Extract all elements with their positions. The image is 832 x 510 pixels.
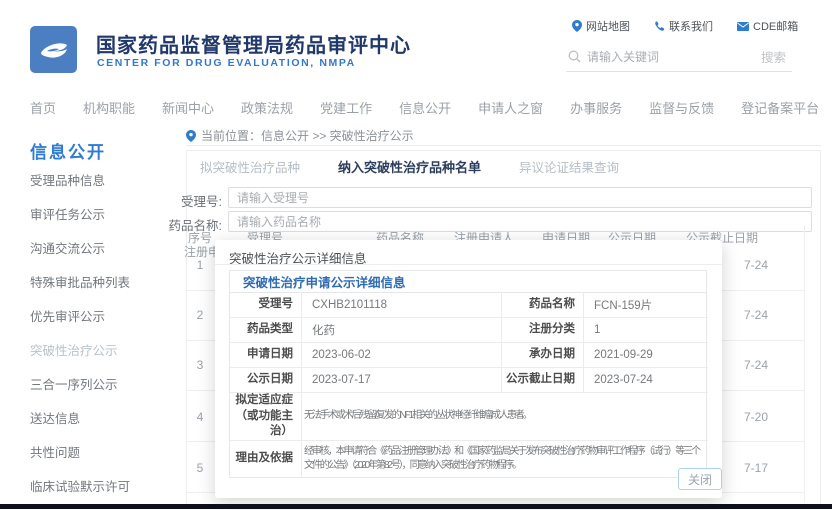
mail-icon <box>737 22 749 31</box>
table-row-cutoff-date: 7-24 <box>744 258 768 272</box>
search-input[interactable] <box>587 50 755 64</box>
nav-item-policy[interactable]: 政策法规 <box>241 98 293 117</box>
field-value-undertake-date: 2021-09-29 <box>584 343 708 368</box>
nav-item-party[interactable]: 党建工作 <box>320 98 372 117</box>
footer-bar <box>0 504 832 509</box>
site-title: 国家药品监督管理局药品审评中心 <box>96 29 411 58</box>
cde-mail-link[interactable]: CDE邮箱 <box>737 18 798 34</box>
table-row-cutoff-date: 7-20 <box>744 410 768 424</box>
field-label: 申请日期 <box>230 343 302 368</box>
tab-bar: 拟突破性治疗品种 纳入突破性治疗品种名单 异议论证结果查询 <box>200 157 619 176</box>
table-row-cutoff-date: 7-24 <box>744 358 768 372</box>
field-value-registration-class: 1 <box>584 318 708 343</box>
field-label: 注册分类 <box>502 318 584 343</box>
cde-swan-icon <box>36 34 72 66</box>
location-pin-icon <box>186 130 196 142</box>
sidebar-title: 信息公开 <box>30 138 106 163</box>
field-value-drug-type: 化药 <box>302 318 502 343</box>
field-label: 公示截止日期 <box>502 368 584 393</box>
field-label: 药品类型 <box>230 318 302 343</box>
location-pin-icon <box>572 20 582 32</box>
sidebar-item-4[interactable]: 特殊审批品种列表 <box>30 272 130 291</box>
field-label: 公示日期 <box>230 368 302 393</box>
sidebar-item-10[interactable]: 临床试验默示许可 <box>30 476 130 495</box>
sidebar-item-3[interactable]: 沟通交流公示 <box>30 238 130 257</box>
acceptance-no-label: 受理号: <box>181 191 222 210</box>
field-value-apply-date: 2023-06-02 <box>302 343 502 368</box>
sitemap-link[interactable]: 网站地图 <box>572 18 630 34</box>
tab-proposed-breakthrough[interactable]: 拟突破性治疗品种 <box>200 157 300 176</box>
breadcrumb: 当前位置：信息公开 >> 突破性治疗公示 <box>186 127 414 144</box>
header-utilities: 网站地图 联系我们 CDE邮箱 <box>572 18 798 34</box>
sidebar-item-8[interactable]: 送达信息 <box>30 408 130 427</box>
contact-link[interactable]: 联系我们 <box>654 18 713 34</box>
nav-item-supervision[interactable]: 监督与反馈 <box>649 98 714 117</box>
nav-item-news[interactable]: 新闻中心 <box>162 98 214 117</box>
sidebar-item-7[interactable]: 三合一序列公示 <box>30 374 130 393</box>
field-value-reason: 经审核，本申请符合《药品注册管理办法》和《国家药监局关于发布突破性治疗药物审评工… <box>302 441 708 477</box>
tab-included-breakthrough-list[interactable]: 纳入突破性治疗品种名单 <box>338 157 481 176</box>
sidebar-item-breakthrough-active[interactable]: 突破性治疗公示 <box>30 340 130 359</box>
table-row-index: 1 <box>197 258 204 272</box>
table-row-cutoff-date: 7-17 <box>744 461 768 475</box>
detail-section-title: 突破性治疗申请公示详细信息 <box>230 271 706 293</box>
detail-table: 受理号 CXHB2101118 药品名称 FCN-159片 药品类型 化药 注册… <box>230 293 706 477</box>
nav-item-services[interactable]: 办事服务 <box>570 98 622 117</box>
field-label-reason: 理由及依据 <box>230 441 302 477</box>
close-button[interactable]: 关闭 <box>678 468 722 490</box>
modal-title-divider <box>215 264 722 265</box>
search-icon <box>568 50 581 63</box>
field-value-indication: 无法手术或术后残留/复发的NF1相关的丛状神经纤维瘤成人患者。 <box>302 393 708 441</box>
breakthrough-detail-modal: 突破性治疗公示详细信息 突破性治疗申请公示详细信息 受理号 CXHB210111… <box>215 240 722 498</box>
breadcrumb-text: 当前位置：信息公开 >> 突破性治疗公示 <box>201 127 414 144</box>
nav-item-registration-platform[interactable]: 登记备案平台 <box>741 98 819 117</box>
sidebar-item-9[interactable]: 共性问题 <box>30 442 130 461</box>
field-value-cutoff-date: 2023-07-24 <box>584 368 708 393</box>
field-value-acceptance-no: CXHB2101118 <box>302 293 502 318</box>
main-nav: 首页 机构职能 新闻中心 政策法规 党建工作 信息公开 申请人之窗 办事服务 监… <box>0 88 832 126</box>
table-column-divider <box>804 225 805 502</box>
search-button[interactable]: 搜索 <box>761 47 790 66</box>
breadcrumb-divider <box>186 145 821 146</box>
table-row-index: 2 <box>197 308 204 322</box>
sidebar-item-2[interactable]: 审评任务公示 <box>30 204 130 223</box>
nav-item-home[interactable]: 首页 <box>30 98 56 117</box>
field-value-drug-name: FCN-159片 <box>584 293 708 318</box>
detail-panel: 突破性治疗申请公示详细信息 受理号 CXHB2101118 药品名称 FCN-1… <box>229 270 707 478</box>
nav-item-applicant-window[interactable]: 申请人之窗 <box>478 98 543 117</box>
page: 国家药品监督管理局药品审评中心 CENTER FOR DRUG EVALUATI… <box>0 0 832 510</box>
field-label: 承办日期 <box>502 343 584 368</box>
table-row-index: 5 <box>197 461 204 475</box>
table-row-index: 4 <box>197 410 204 424</box>
sidebar-menu: 受理品种信息 审评任务公示 沟通交流公示 特殊审批品种列表 优先审评公示 突破性… <box>30 170 130 510</box>
field-label: 药品名称 <box>502 293 584 318</box>
field-label-indication: 拟定适应症（或功能主治） <box>230 393 302 441</box>
tab-objection-results[interactable]: 异议论证结果查询 <box>519 157 619 176</box>
site-subtitle: CENTER FOR DRUG EVALUATION, NMPA <box>97 57 356 69</box>
table-row-index: 3 <box>197 358 204 372</box>
sidebar-item-5[interactable]: 优先审评公示 <box>30 306 130 325</box>
sidebar-item-1[interactable]: 受理品种信息 <box>30 170 130 189</box>
nav-item-info-disclosure[interactable]: 信息公开 <box>399 98 451 117</box>
field-value-publicity-date: 2023-07-17 <box>302 368 502 393</box>
field-label: 受理号 <box>230 293 302 318</box>
nav-item-functions[interactable]: 机构职能 <box>83 98 135 117</box>
table-row-cutoff-date: 7-24 <box>744 308 768 322</box>
cde-logo[interactable] <box>30 26 77 73</box>
phone-icon <box>654 21 665 32</box>
acceptance-no-input[interactable] <box>228 187 812 208</box>
site-search: 搜索 <box>566 46 792 72</box>
